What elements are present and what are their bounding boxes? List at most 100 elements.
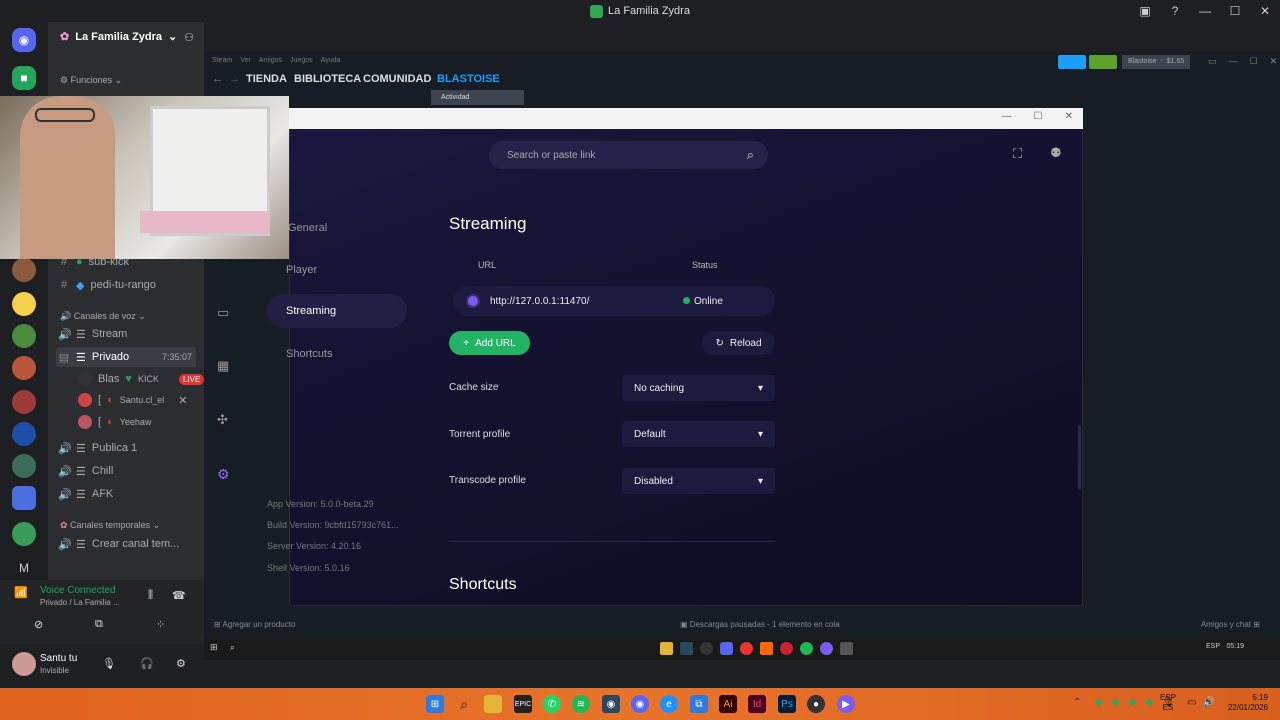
- maximize-button[interactable]: ☐: [1034, 111, 1043, 122]
- noise-icon[interactable]: ⫼: [148, 589, 153, 602]
- torrent-profile-dropdown[interactable]: Default ▾: [622, 421, 775, 447]
- transcode-profile-dropdown[interactable]: Disabled ▾: [622, 468, 775, 494]
- profile-icon[interactable]: ⚉: [1050, 145, 1062, 161]
- tray-app-icon[interactable]: ◆: [1128, 697, 1136, 708]
- settings-icon[interactable]: ⚙: [217, 466, 230, 483]
- tray-app-icon[interactable]: ◆: [1112, 697, 1120, 708]
- library-icon[interactable]: ▭: [217, 305, 229, 321]
- category-funciones[interactable]: ⚙ Funciones ⌄: [60, 75, 122, 86]
- add-friend-icon[interactable]: ⚇: [184, 31, 194, 44]
- server-icon[interactable]: [12, 522, 36, 546]
- minimize-button[interactable]: —: [1002, 111, 1012, 122]
- illustrator-icon[interactable]: Ai: [719, 695, 737, 713]
- camera-off-icon[interactable]: ⊘: [34, 618, 43, 631]
- channel-crear[interactable]: 🔊 ☰ Crear canal tem...: [58, 534, 179, 554]
- nav-biblioteca[interactable]: BIBLIOTECA: [294, 73, 361, 85]
- brave-icon[interactable]: [760, 642, 773, 655]
- search-icon[interactable]: ⌕: [455, 695, 473, 713]
- stremio-icon[interactable]: [820, 642, 833, 655]
- channel-privado[interactable]: ▤ ☰ Privado 7:35:07: [56, 347, 196, 367]
- server-icon[interactable]: [12, 258, 36, 282]
- minimize-button[interactable]: —: [1190, 4, 1220, 18]
- server-icon[interactable]: [12, 486, 36, 510]
- epic-games-icon[interactable]: EPIC: [514, 695, 532, 713]
- spotify-icon[interactable]: ≋: [572, 695, 590, 713]
- calendar-icon[interactable]: ▦: [217, 358, 229, 374]
- inner-lang[interactable]: ESP: [1206, 643, 1220, 650]
- language-indicator[interactable]: ESP ES: [1160, 693, 1176, 713]
- volume-icon[interactable]: 🔊: [1202, 697, 1214, 708]
- screen-share-icon[interactable]: ⧉: [95, 618, 103, 631]
- file-explorer-icon[interactable]: [660, 642, 673, 655]
- chrome-icon[interactable]: [740, 642, 753, 655]
- category-temporales[interactable]: ✿ Canales temporales ⌄: [60, 520, 160, 531]
- microphone-icon[interactable]: 🎙: [102, 657, 116, 670]
- inbox-icon[interactable]: ▣: [1130, 4, 1160, 18]
- voice-user-yeehaw[interactable]: [ ◐ Yeehaw: [78, 412, 151, 432]
- obs-icon[interactable]: ●: [807, 695, 825, 713]
- windows-start-icon[interactable]: ⊞: [210, 642, 218, 653]
- server-header[interactable]: ✿ La Familia Zydra ⌄: [60, 30, 177, 44]
- minimize-icon[interactable]: —: [1229, 56, 1238, 67]
- channel-pedi-tu-rango[interactable]: # ◆ pedi-tu-rango: [58, 275, 156, 295]
- headphones-icon[interactable]: 🎧: [140, 657, 154, 670]
- maximize-button[interactable]: ☐: [1220, 4, 1250, 18]
- app-icon[interactable]: [840, 642, 853, 655]
- menu-ayuda[interactable]: Ayuda: [321, 57, 341, 64]
- nav-tienda[interactable]: TIENDA: [246, 73, 287, 85]
- url-radio[interactable]: [466, 294, 480, 308]
- server-icon-m[interactable]: M: [12, 556, 36, 580]
- server-icon[interactable]: [12, 324, 36, 348]
- obs-icon[interactable]: [700, 642, 713, 655]
- windows-start-icon[interactable]: ⊞: [426, 695, 444, 713]
- photoshop-icon[interactable]: Ps: [778, 695, 796, 713]
- tray-chevron-icon[interactable]: ⌃: [1073, 697, 1081, 708]
- edge-icon[interactable]: e: [660, 695, 678, 713]
- settings-nav-player[interactable]: Player: [286, 264, 317, 276]
- discord-icon[interactable]: [720, 642, 733, 655]
- clock[interactable]: 5:19 22/01/2026: [1222, 693, 1268, 713]
- app-icon[interactable]: [780, 642, 793, 655]
- account-menu[interactable]: Blastoise - $1.65: [1122, 55, 1191, 69]
- voice-user-santu[interactable]: [ ◐ Santu.cl_el ✕: [78, 390, 187, 410]
- channel-stream[interactable]: 🔊 ☰ Stream: [58, 324, 127, 344]
- channel-afk[interactable]: 🔊 ☰ AFK: [58, 484, 113, 504]
- search-input[interactable]: Search or paste link ⌕: [489, 141, 768, 169]
- notification-bell-icon[interactable]: [1089, 55, 1117, 69]
- steam-icon[interactable]: ◉: [602, 695, 620, 713]
- discord-home-icon[interactable]: ◉: [12, 28, 36, 52]
- voice-user-blas[interactable]: Blas ♥ KICK LIVE: [78, 369, 205, 389]
- inner-clock[interactable]: 05:19: [1226, 643, 1244, 650]
- server-icon[interactable]: [12, 454, 36, 478]
- cache-size-dropdown[interactable]: No caching ▾: [622, 375, 775, 401]
- search-icon[interactable]: ⌕: [230, 642, 235, 653]
- close-button[interactable]: ✕: [1250, 4, 1280, 18]
- server-icon-zydra[interactable]: ■: [12, 66, 36, 90]
- settings-gear-icon[interactable]: ⚙: [176, 657, 186, 670]
- downloads-status[interactable]: ▣ Descargas pausadas - 1 elemento en col…: [680, 620, 840, 629]
- steam-icon[interactable]: [680, 642, 693, 655]
- avatar[interactable]: [12, 652, 36, 676]
- friends-chat-link[interactable]: Amigos y chat ⊞: [1201, 620, 1260, 629]
- channel-chill[interactable]: 🔊 ☰ Chill: [58, 461, 113, 481]
- whatsapp-icon[interactable]: ✆: [543, 695, 561, 713]
- forward-arrow-icon[interactable]: →: [229, 73, 240, 85]
- spotify-icon[interactable]: [800, 642, 813, 655]
- menu-amigos[interactable]: Amigos: [259, 57, 282, 64]
- tray-app-icon[interactable]: ◆: [1145, 697, 1153, 708]
- network-icon[interactable]: ▭: [1187, 697, 1196, 708]
- indesign-icon[interactable]: Id: [748, 695, 766, 713]
- menu-juegos[interactable]: Juegos: [290, 57, 313, 64]
- add-product-link[interactable]: ⊞ Agregar un producto: [214, 620, 295, 629]
- voice-path[interactable]: Privado / La Familia ...: [40, 598, 120, 607]
- help-icon[interactable]: ?: [1160, 4, 1190, 18]
- addons-icon[interactable]: ✣: [217, 412, 228, 428]
- server-icon[interactable]: [12, 292, 36, 316]
- category-voice[interactable]: 🔊 Canales de voz ⌄: [60, 311, 146, 322]
- scrollbar[interactable]: [1078, 425, 1081, 490]
- disconnect-icon[interactable]: ☎: [172, 589, 186, 602]
- fullscreen-icon[interactable]: ⛶: [1013, 146, 1022, 162]
- add-url-button[interactable]: + Add URL: [449, 331, 530, 355]
- nav-comunidad[interactable]: COMUNIDAD: [363, 73, 431, 85]
- back-arrow-icon[interactable]: ←: [212, 73, 223, 85]
